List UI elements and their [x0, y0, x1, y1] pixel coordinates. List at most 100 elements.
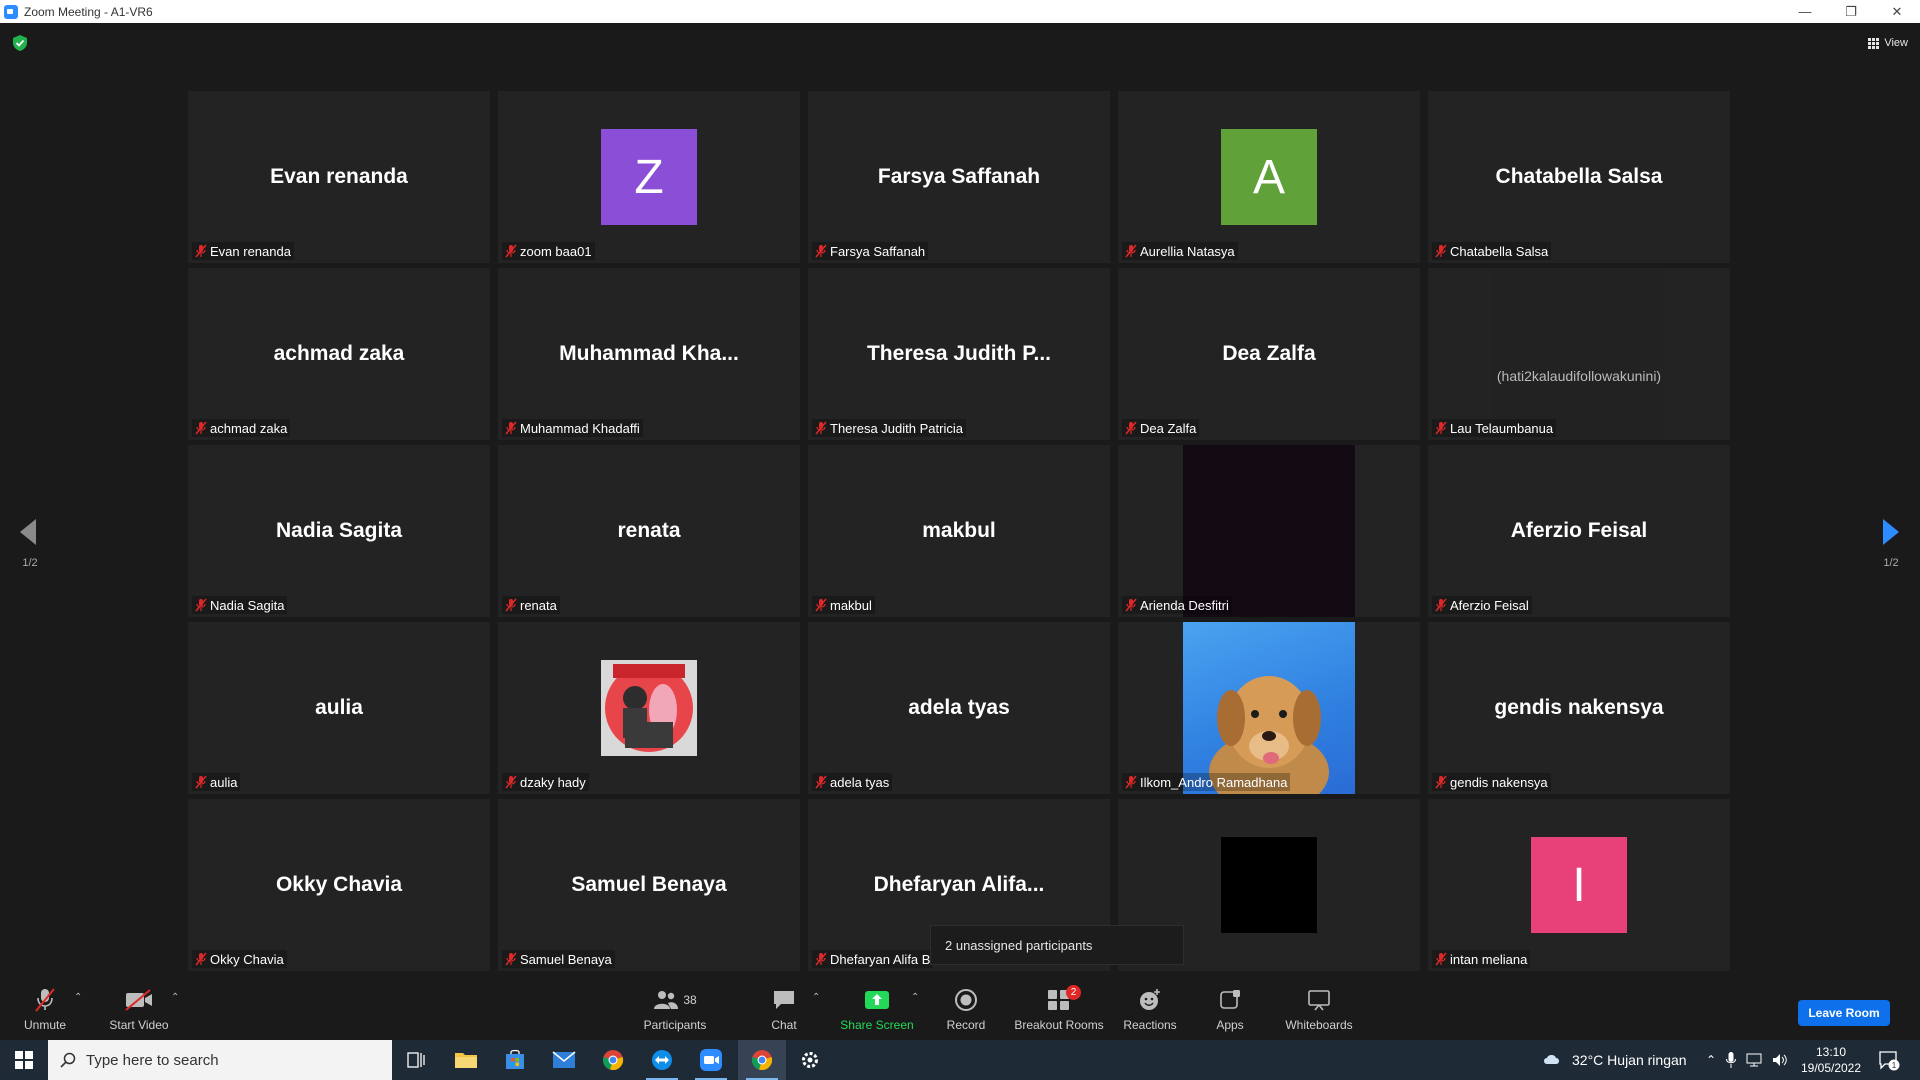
participant-display-name: Farsya Saffanah: [877, 165, 1041, 188]
previous-page-button[interactable]: [13, 512, 43, 552]
taskbar-file-explorer[interactable]: [442, 1040, 490, 1080]
taskbar-chrome[interactable]: [589, 1040, 637, 1080]
record-icon: [955, 988, 977, 1011]
participant-name-tag: Theresa Judith Patricia: [812, 419, 966, 437]
muted-mic-icon: [505, 421, 517, 435]
meeting-toolbar: Unmute ⌃ Start Video ⌃ 38 Participants C…: [0, 978, 1920, 1040]
taskbar-chrome-active[interactable]: [738, 1040, 786, 1080]
video-options-caret-icon[interactable]: ⌃: [171, 992, 179, 1003]
taskbar-microsoft-store[interactable]: [491, 1040, 539, 1080]
participant-tile[interactable]: Okky Chavia Okky Chavia: [188, 799, 490, 971]
chat-options-caret-icon[interactable]: ⌃: [812, 992, 820, 1003]
shield-icon[interactable]: [13, 35, 27, 51]
whiteboards-button[interactable]: Whiteboards: [1280, 978, 1358, 1040]
participant-tile[interactable]: Muhammad Kha... Muhammad Khadaffi: [498, 268, 800, 440]
participant-display-name: Evan renanda: [270, 165, 408, 188]
participant-name: zoom baa01: [520, 243, 592, 259]
participant-tile[interactable]: Evan renanda Evan renanda: [188, 91, 490, 263]
audio-options-caret-icon[interactable]: ⌃: [74, 992, 82, 1003]
taskbar-settings[interactable]: [786, 1040, 834, 1080]
participant-tile[interactable]: Theresa Judith P... Theresa Judith Patric…: [808, 268, 1110, 440]
participant-tile[interactable]: Aferzio Feisal Aferzio Feisal: [1428, 445, 1730, 617]
participant-name-tag: dzaky hady: [502, 773, 589, 791]
participant-tile[interactable]: Iintan meliana: [1428, 799, 1730, 971]
unmute-label: Unmute: [23, 1017, 67, 1032]
participant-tile[interactable]: (hati2kalaudifollowakunini) Lau Telaumban…: [1428, 268, 1730, 440]
participant-name-tag: intan meliana: [1432, 950, 1531, 968]
share-screen-button[interactable]: Share Screen: [840, 978, 914, 1040]
restore-button[interactable]: ❐: [1828, 0, 1874, 23]
taskbar-zoom[interactable]: [687, 1040, 735, 1080]
reactions-label: Reactions: [1123, 1017, 1177, 1032]
participant-name: achmad zaka: [210, 420, 288, 436]
participant-display-name: achmad zaka: [273, 342, 405, 365]
participant-tile[interactable]: Dea Zalfa Dea Zalfa: [1118, 268, 1420, 440]
participant-tile[interactable]: A Aurellia Natasya: [1118, 91, 1420, 263]
chat-button[interactable]: Chat: [764, 978, 804, 1040]
close-button[interactable]: ✕: [1874, 0, 1920, 23]
title-bar: Zoom Meeting - A1-VR6 — ❐ ✕: [0, 0, 1920, 23]
view-button[interactable]: View: [1868, 33, 1908, 53]
breakout-rooms-button[interactable]: 2 Breakout Rooms: [1012, 978, 1106, 1040]
volume-icon[interactable]: [1772, 1053, 1788, 1067]
participant-tile[interactable]: makbul makbul: [808, 445, 1110, 617]
participant-tile[interactable]: Samuel Benaya Samuel Benaya: [498, 799, 800, 971]
whiteboards-label: Whiteboards: [1285, 1017, 1353, 1032]
participant-tile[interactable]: Arienda Desfitri: [1118, 445, 1420, 617]
club-logo-picture: [601, 660, 697, 756]
participant-tile[interactable]: Farsya Saffanah Farsya Saffanah: [808, 91, 1110, 263]
participant-video: [1183, 445, 1355, 617]
participant-tile[interactable]: Zzoom baa01: [498, 91, 800, 263]
taskbar-clock[interactable]: 13:10 19/05/2022: [1796, 1044, 1866, 1076]
notification-center-button[interactable]: 1: [1878, 1040, 1900, 1080]
show-hidden-icons-icon[interactable]: ⌃: [1706, 1053, 1716, 1067]
taskbar-search-box[interactable]: Type here to search: [48, 1040, 392, 1080]
search-icon: [60, 1052, 76, 1068]
weather-text: 32°C Hujan ringan: [1572, 1052, 1687, 1068]
chrome-icon: [602, 1050, 624, 1070]
task-view-icon: [407, 1052, 425, 1068]
unmute-button[interactable]: Unmute: [18, 978, 72, 1040]
network-icon[interactable]: [1746, 1053, 1762, 1067]
participant-tile[interactable]: renata renata: [498, 445, 800, 617]
participant-tile[interactable]: gendis nakensya gendis nakensya: [1428, 622, 1730, 794]
taskbar-mail[interactable]: [540, 1040, 588, 1080]
participant-name-tag: Dhefaryan Alifa B: [812, 950, 934, 968]
taskbar-teamviewer[interactable]: [638, 1040, 686, 1080]
folder-icon: [455, 1053, 477, 1068]
muted-mic-icon: [1435, 952, 1447, 966]
weather-widget[interactable]: 32°C Hujan ringan: [1542, 1040, 1687, 1080]
whiteboard-icon: [1308, 989, 1330, 1010]
reactions-button[interactable]: Reactions: [1119, 978, 1181, 1040]
task-view-button[interactable]: [392, 1040, 440, 1080]
grid-view-icon: [1868, 37, 1880, 49]
minimize-button[interactable]: —: [1782, 0, 1828, 23]
participant-tile[interactable]: dzaky hady: [498, 622, 800, 794]
participants-button[interactable]: 38 Participants: [638, 978, 712, 1040]
leave-room-button[interactable]: Leave Room: [1798, 1000, 1890, 1026]
participant-tile[interactable]: aulia aulia: [188, 622, 490, 794]
record-button[interactable]: Record: [940, 978, 992, 1040]
chat-icon: [774, 990, 794, 1009]
participant-tile[interactable]: adela tyas adela tyas: [808, 622, 1110, 794]
participant-tile[interactable]: Chatabella Salsa Chatabella Salsa: [1428, 91, 1730, 263]
participant-tile[interactable]: Nadia Sagita Nadia Sagita: [188, 445, 490, 617]
participant-display-name: Nadia Sagita: [275, 519, 403, 542]
share-options-caret-icon[interactable]: ⌃: [911, 992, 919, 1003]
participant-name: Farsya Saffanah: [830, 243, 926, 259]
search-placeholder: Type here to search: [86, 1051, 219, 1069]
participant-name: adela tyas: [830, 774, 890, 790]
muted-mic-icon: [815, 421, 827, 435]
participant-name-tag: adela tyas: [812, 773, 893, 791]
apps-button[interactable]: Apps: [1210, 978, 1250, 1040]
record-label: Record: [946, 1017, 986, 1032]
apps-label: Apps: [1216, 1017, 1244, 1032]
participant-tile[interactable]: achmad zaka achmad zaka: [188, 268, 490, 440]
microphone-icon[interactable]: [1726, 1052, 1737, 1068]
start-video-button[interactable]: Start Video: [104, 978, 174, 1040]
next-page-button[interactable]: [1876, 512, 1906, 552]
start-button[interactable]: [0, 1040, 48, 1080]
participant-tile[interactable]: Ilkom_Andro Ramadhana: [1118, 622, 1420, 794]
gear-icon: [802, 1052, 818, 1068]
page-count-right: 1/2: [1883, 557, 1899, 569]
